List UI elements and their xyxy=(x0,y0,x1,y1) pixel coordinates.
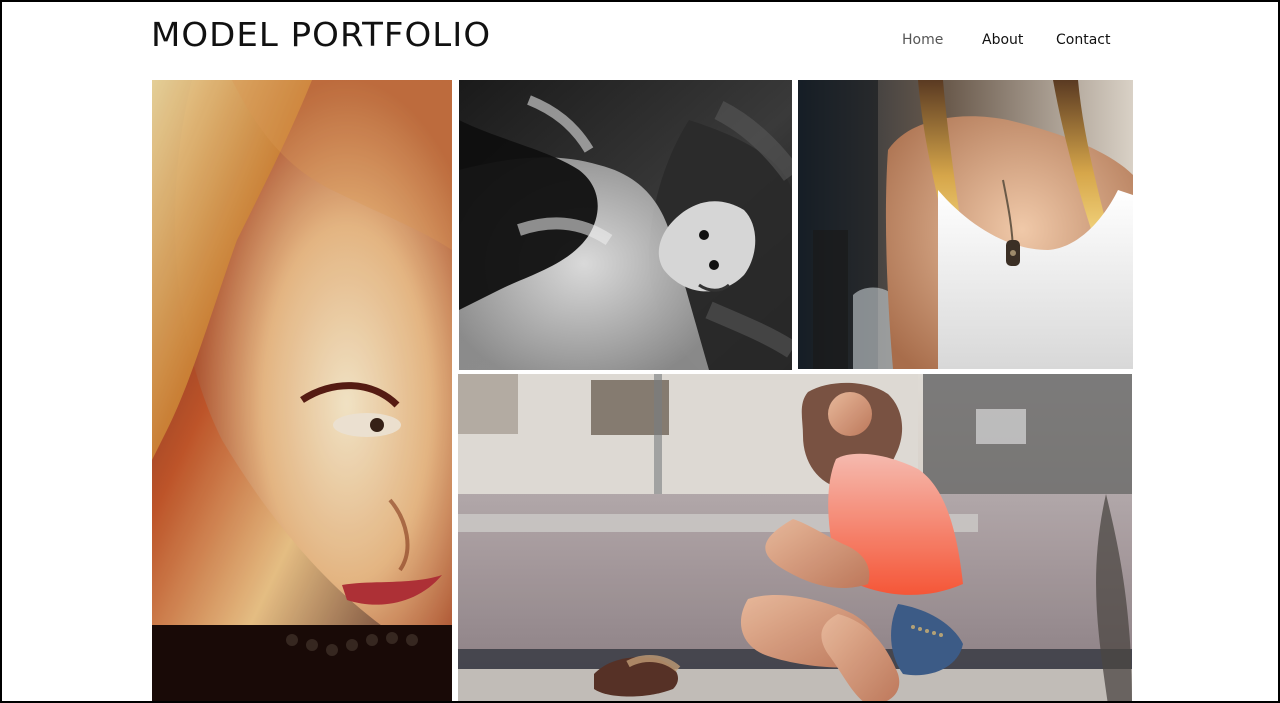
street-sitting-photo[interactable] xyxy=(458,374,1132,701)
tank-top-photo[interactable] xyxy=(798,80,1133,369)
black-and-white-lying-photo[interactable] xyxy=(459,80,792,370)
nav-home-link[interactable]: Home xyxy=(902,32,943,48)
tank-top-image xyxy=(798,80,1133,369)
street-sitting-image xyxy=(458,374,1132,701)
browser-frame: MODEL PORTFOLIO Home About Contact xyxy=(0,0,1280,703)
main-nav: Home About Contact xyxy=(902,32,1142,50)
site-title[interactable]: MODEL PORTFOLIO xyxy=(151,18,491,51)
black-and-white-lying-image xyxy=(459,80,792,370)
closeup-portrait-image xyxy=(152,80,452,701)
nav-about-link[interactable]: About xyxy=(982,32,1023,48)
nav-contact-link[interactable]: Contact xyxy=(1056,32,1110,48)
closeup-portrait-photo[interactable] xyxy=(152,80,452,701)
